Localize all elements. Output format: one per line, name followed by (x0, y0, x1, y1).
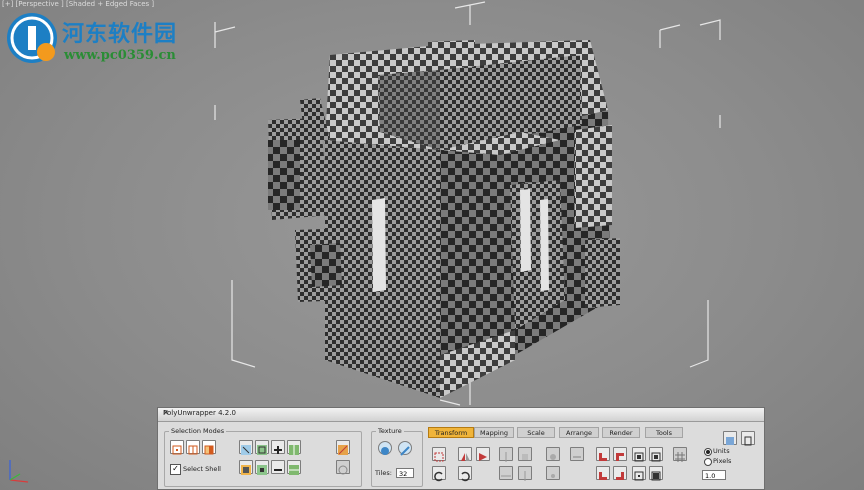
units-value-input[interactable]: 1.0 (702, 470, 726, 480)
distribute-h-icon[interactable] (499, 466, 513, 480)
edge-mode-icon[interactable] (186, 440, 200, 455)
select-loop-icon[interactable] (287, 440, 301, 455)
polyunwrapper-panel: PolyUnwrapper 4.2.0 ✕ Selection Modes ✓ … (157, 407, 765, 490)
texture-checker-icon[interactable] (378, 441, 392, 455)
rotate-ccw-icon[interactable] (432, 466, 446, 482)
shrink-selection-icon[interactable] (271, 460, 285, 474)
select-inverse-icon[interactable] (239, 460, 253, 475)
select-connected-icon[interactable] (255, 440, 269, 455)
relax-icon[interactable] (546, 447, 560, 461)
weld-icon[interactable] (570, 447, 584, 461)
viewport-label[interactable]: [+] [Perspective ] [Shaded + Edged Faces… (2, 0, 154, 8)
scale-up-icon[interactable] (649, 466, 663, 481)
stack-icon[interactable] (632, 447, 646, 462)
tab-render[interactable]: Render (602, 427, 640, 438)
units-radio[interactable] (704, 448, 712, 456)
straighten-icon[interactable] (518, 447, 532, 461)
align-right-icon[interactable] (613, 466, 627, 480)
texture-group: Texture (371, 427, 423, 487)
scale-down-icon[interactable] (632, 466, 646, 481)
tab-scale[interactable]: Scale (517, 427, 555, 438)
selection-modes-label: Selection Modes (169, 427, 227, 435)
select-overlap-icon[interactable] (255, 460, 269, 475)
align-bottom-icon[interactable] (596, 466, 610, 480)
panel-options-icon[interactable] (723, 431, 737, 445)
tab-transform[interactable]: Transform (428, 427, 474, 438)
tiles-input[interactable]: 32 (396, 468, 414, 478)
checker-cube-model (268, 40, 620, 398)
select-by-angle-icon[interactable] (336, 440, 350, 455)
watermark-title: 河东软件园 (62, 22, 178, 47)
tab-arrange[interactable]: Arrange (559, 427, 599, 438)
flip-icon[interactable] (458, 447, 472, 461)
axis-tripod-icon (9, 460, 29, 483)
select-ring-icon[interactable] (287, 460, 301, 475)
units-label: Units (713, 447, 730, 455)
tab-tools[interactable]: Tools (645, 427, 683, 438)
select-shell-label: Select Shell (183, 465, 221, 473)
vertex-mode-icon[interactable] (170, 440, 184, 455)
panel-pin-icon[interactable] (741, 431, 755, 446)
align-icon[interactable] (499, 447, 513, 462)
rotate-cw-icon[interactable] (458, 466, 472, 482)
face-mode-icon[interactable] (202, 440, 216, 455)
select-element-icon[interactable] (239, 440, 253, 455)
texture-settings-icon[interactable] (398, 441, 412, 456)
mirror-icon[interactable] (476, 447, 490, 461)
watermark-url: www.pc0359.cn (64, 48, 176, 63)
texture-label: Texture (376, 427, 404, 435)
pixels-radio[interactable] (704, 458, 712, 466)
grid-icon[interactable] (673, 447, 687, 462)
anchor-icon[interactable] (546, 466, 560, 480)
watermark: 河东软件园 www.pc0359.cn (4, 10, 234, 70)
move-icon[interactable] (432, 447, 446, 462)
tab-mapping[interactable]: Mapping (474, 427, 514, 438)
panel-titlebar[interactable]: PolyUnwrapper 4.2.0 ✕ (158, 408, 764, 422)
close-icon[interactable]: ✕ (163, 409, 760, 417)
align-left-icon[interactable] (596, 447, 610, 461)
grow-selection-icon[interactable] (271, 440, 285, 454)
pack-icon[interactable] (649, 447, 663, 462)
tiles-label: Tiles: (375, 469, 392, 477)
align-top-icon[interactable] (613, 447, 627, 461)
select-similar-icon[interactable] (336, 460, 350, 475)
select-shell-checkbox[interactable]: ✓ (170, 464, 181, 475)
distribute-v-icon[interactable] (518, 466, 532, 481)
watermark-logo-icon (7, 13, 57, 63)
pixels-label: Pixels (713, 457, 732, 465)
